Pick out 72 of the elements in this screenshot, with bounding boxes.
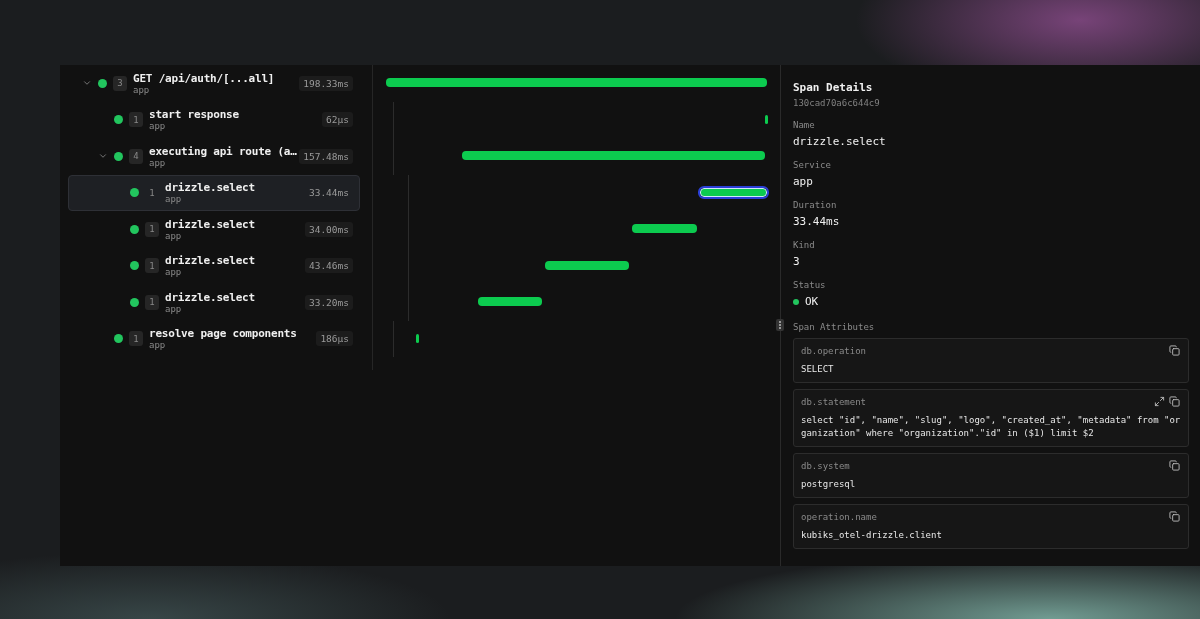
copy-icon[interactable] [1169, 396, 1180, 407]
timeline-bar[interactable] [699, 187, 767, 197]
service-name: app [165, 303, 183, 314]
field-value: 3 [793, 255, 800, 268]
attribute-value: SELECT [801, 363, 835, 376]
attribute-key: db.operation [801, 346, 867, 356]
field-value: drizzle.select [793, 135, 886, 148]
expand-icon[interactable] [1154, 396, 1165, 407]
attribute-key: db.statement [801, 397, 867, 407]
attribute-value: postgresql [801, 478, 857, 491]
copy-icon[interactable] [1169, 460, 1180, 471]
span-name: drizzle.select [165, 181, 256, 195]
timeline-bar[interactable] [544, 260, 630, 270]
span-duration: 33.20ms [304, 294, 353, 310]
span-name: start response [149, 108, 240, 122]
service-name: app [165, 194, 183, 205]
field-value: app [793, 175, 813, 188]
field-label: Status [793, 280, 827, 290]
attribute-key: db.system [801, 461, 850, 471]
service-name: app [149, 157, 167, 168]
status-dot [130, 224, 139, 234]
service-name: app [165, 230, 183, 241]
span-duration: 43.46ms [304, 258, 353, 274]
status-dot [98, 78, 107, 88]
span-duration: 62µs [322, 112, 353, 128]
child-count: 1 [145, 258, 159, 274]
child-count: 1 [145, 294, 159, 310]
span-duration: 186µs [316, 331, 353, 347]
span-name: drizzle.select [165, 217, 256, 231]
child-count: 1 [129, 331, 143, 347]
span-duration: 157.48ms [299, 148, 353, 164]
status-dot [114, 334, 123, 344]
drag-handle[interactable] [776, 319, 784, 331]
section-title: Span Attributes [793, 322, 876, 332]
status-dot [130, 188, 139, 198]
child-count: 3 [113, 75, 127, 91]
attribute-key: operation.name [801, 512, 877, 522]
copy-icon[interactable] [1169, 345, 1180, 356]
child-count: 4 [129, 148, 143, 164]
field-label: Kind [793, 240, 816, 250]
attribute-value: kubiks_otel-drizzle.client [801, 529, 943, 542]
span-name: drizzle.select [165, 254, 256, 268]
span-name: GET /api/auth/[...all] [133, 71, 276, 85]
span-id: 130cad70a6c644c9 [793, 98, 881, 108]
span-duration: 34.00ms [304, 221, 353, 237]
field-value: 33.44ms [793, 215, 840, 228]
child-count: 1 [129, 112, 143, 128]
child-count: 1 [145, 221, 159, 237]
field-value: OK [805, 295, 819, 308]
service-name: app [149, 340, 167, 351]
service-name: app [165, 267, 183, 278]
timeline-bar[interactable] [765, 114, 769, 124]
service-name: app [133, 84, 151, 95]
field-label: Name [793, 120, 816, 130]
timeline-bar[interactable] [416, 333, 420, 343]
timeline-bar[interactable] [477, 297, 542, 306]
service-name: app [149, 121, 167, 132]
field-label: Service [793, 160, 832, 170]
status-dot [114, 115, 123, 125]
status-dot [130, 297, 139, 307]
copy-icon[interactable] [1169, 511, 1180, 522]
span-duration: 198.33ms [299, 75, 353, 91]
field-label: Duration [793, 200, 838, 210]
status-dot [114, 151, 123, 161]
span-name: resolve page components [149, 327, 298, 341]
child-count: 1 [148, 186, 156, 200]
span-name: drizzle.select [165, 290, 256, 304]
status-dot [130, 261, 139, 271]
span-name: executing api route (a… [149, 144, 298, 158]
span-duration: 33.44ms [307, 186, 350, 201]
attribute-value: select "id", "name", "slug", "logo", "created_at", "metadata" from "organization" where "organization"."id" in ($1) limit $2 [801, 414, 1182, 440]
details-title: Span Details [793, 81, 874, 94]
